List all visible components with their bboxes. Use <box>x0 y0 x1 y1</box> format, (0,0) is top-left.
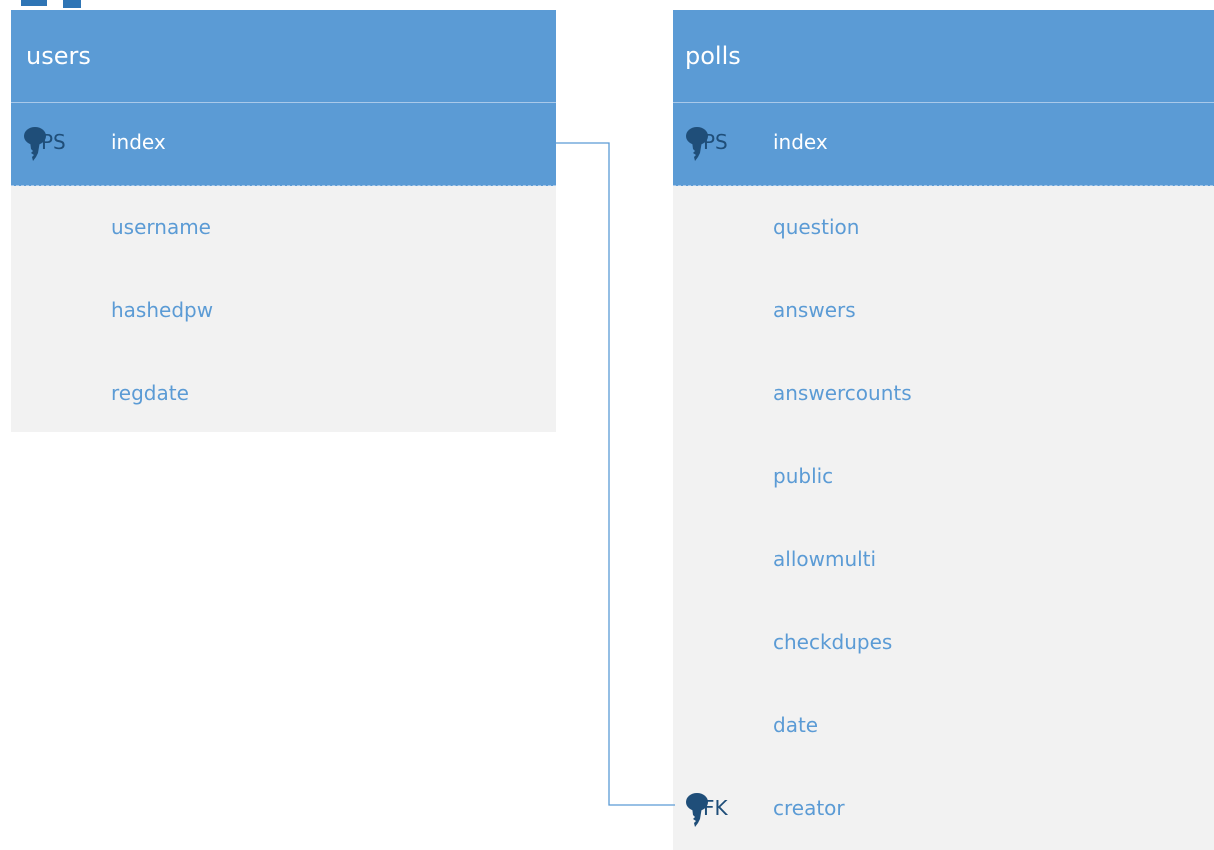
relationship-line <box>556 142 675 806</box>
relationship-connector <box>556 142 675 806</box>
